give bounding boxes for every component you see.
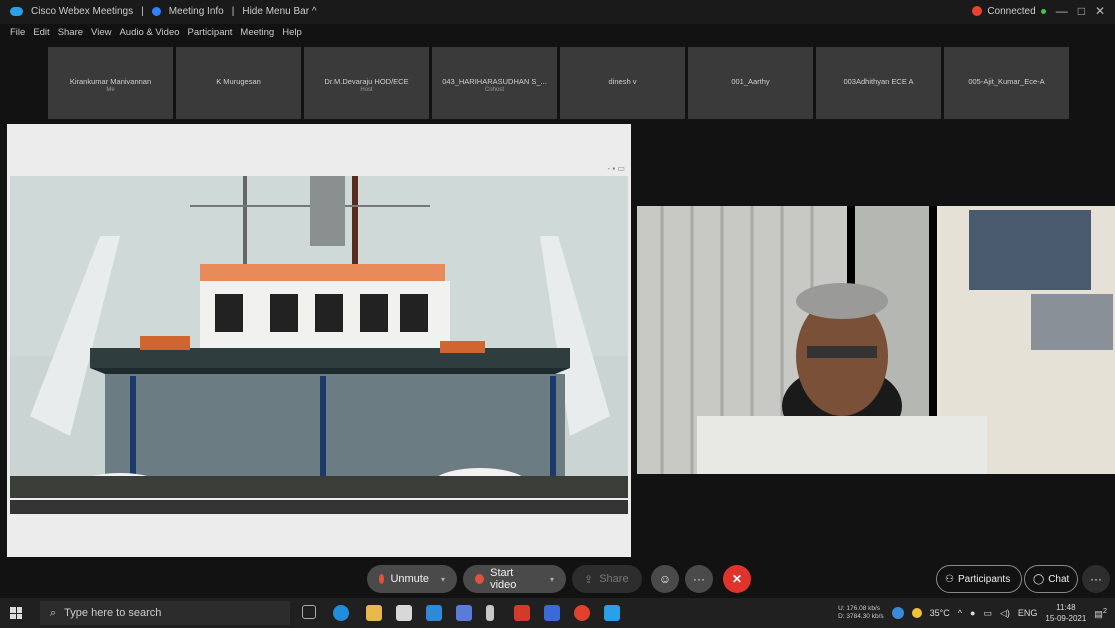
- video-off-icon: [475, 574, 485, 584]
- participant-name: dinesh v: [608, 77, 637, 86]
- reactions-button[interactable]: ☺: [651, 565, 679, 593]
- battery-icon[interactable]: ▭: [983, 608, 992, 619]
- smiley-icon: ☺: [658, 572, 672, 586]
- system-tray: U: 176.08 kb/s D: 3784.30 kb/s 35°C ^ ● …: [838, 598, 1107, 628]
- network-speed: U: 176.08 kb/s D: 3784.30 kb/s: [838, 605, 884, 620]
- word-icon[interactable]: [544, 605, 560, 621]
- weather-icon: [911, 608, 922, 618]
- mic-icon[interactable]: ●: [970, 608, 975, 618]
- app-title: Cisco Webex Meetings: [31, 6, 134, 17]
- meeting-info-icon: [151, 7, 161, 16]
- participant-tile[interactable]: K Murugesan: [176, 47, 301, 119]
- menu-meeting[interactable]: Meeting: [240, 27, 274, 43]
- menu-audio-video[interactable]: Audio & Video: [119, 27, 179, 43]
- participant-name: 005-Ajit_Kumar_Ece-A: [968, 77, 1045, 86]
- participant-strip: Kirankumar Manivannan Me K Murugesan Dr.M…: [48, 47, 1069, 119]
- notification-icon[interactable]: ▤2: [1094, 606, 1107, 620]
- participant-name: 043_HARIHARASUDHAN S_...: [442, 77, 547, 86]
- minimize-button[interactable]: —: [1056, 4, 1068, 18]
- windows-taskbar: ⌕ Type here to search U: 176.08 kb/s D: …: [0, 598, 1115, 628]
- participants-button[interactable]: ⚇ Participants: [936, 565, 1022, 593]
- shared-window-controls: - ▪ ▭: [607, 164, 625, 173]
- webex-taskbar-icon[interactable]: [604, 605, 620, 621]
- participant-name: 001_Aarthy: [731, 77, 770, 86]
- chevron-up-icon[interactable]: ^: [958, 608, 962, 618]
- chevron-down-icon: ▾: [440, 574, 445, 584]
- shared-content-panel: - ▪ ▭: [7, 124, 631, 557]
- language-indicator[interactable]: ENG: [1018, 608, 1038, 618]
- more-options-button[interactable]: ···: [685, 565, 713, 593]
- menu-view[interactable]: View: [91, 27, 111, 43]
- participant-name: Dr.M.Devaraju HOD/ECE: [324, 77, 409, 86]
- panel-options-button[interactable]: ···: [1082, 565, 1110, 593]
- participant-role: Cohost: [484, 87, 504, 93]
- maximize-button[interactable]: □: [1078, 4, 1085, 18]
- participant-tile[interactable]: 003Adhithyan ECE A: [816, 47, 941, 119]
- participant-name: Kirankumar Manivannan: [69, 77, 152, 86]
- chat-button[interactable]: ◯ Chat: [1024, 565, 1078, 593]
- mic-muted-icon: [379, 574, 385, 584]
- participant-tile[interactable]: 001_Aarthy: [688, 47, 813, 119]
- participant-tile[interactable]: Kirankumar Manivannan Me: [48, 47, 173, 119]
- webex-logo-icon: [10, 7, 23, 16]
- share-button[interactable]: ⇪ Share: [572, 565, 642, 593]
- edge-browser-icon[interactable]: [333, 605, 349, 621]
- hide-menu-bar-button[interactable]: Hide Menu Bar ^: [242, 6, 316, 17]
- task-view-icon[interactable]: [302, 605, 316, 619]
- clock[interactable]: 11:48 15-09-2021: [1045, 602, 1086, 624]
- participant-tile[interactable]: 043_HARIHARASUDHAN S_... Cohost: [432, 47, 557, 119]
- start-video-button[interactable]: Start video ▾: [463, 565, 566, 593]
- person-icon: ⚇: [945, 573, 954, 585]
- shared-content-scrollbar[interactable]: [10, 500, 628, 514]
- participant-tile[interactable]: dinesh v: [560, 47, 685, 119]
- end-meeting-button[interactable]: ✕: [723, 565, 751, 593]
- store-icon[interactable]: [396, 605, 412, 621]
- search-icon: ⌕: [50, 606, 57, 619]
- meeting-controls: Unmute ▾ Start video ▾ ⇪ Share ☺ ··· ✕ ⚇…: [0, 562, 1115, 596]
- volume-icon[interactable]: ◁): [1000, 608, 1010, 619]
- chat-bubble-icon: ◯: [1033, 573, 1045, 585]
- menu-file[interactable]: File: [10, 27, 25, 43]
- temperature[interactable]: 35°C: [930, 608, 950, 618]
- menu-bar: File Edit Share View Audio & Video Parti…: [0, 27, 302, 43]
- connection-icon: [972, 6, 983, 16]
- participant-name: 003Adhithyan ECE A: [843, 77, 914, 86]
- taskbar-search-box[interactable]: ⌕ Type here to search: [40, 601, 290, 625]
- file-explorer-icon[interactable]: [366, 605, 382, 621]
- connection-status[interactable]: Connected: [972, 6, 1046, 17]
- menu-edit[interactable]: Edit: [33, 27, 49, 43]
- close-window-button[interactable]: ✕: [1095, 4, 1105, 18]
- windows-start-icon[interactable]: [10, 607, 22, 619]
- menu-participant[interactable]: Participant: [188, 27, 233, 43]
- menu-share[interactable]: Share: [58, 27, 83, 43]
- power-automate-icon[interactable]: [486, 605, 494, 621]
- participant-tile[interactable]: Dr.M.Devaraju HOD/ECE Host: [304, 47, 429, 119]
- participant-role: Host: [360, 87, 373, 93]
- help-icon[interactable]: [891, 607, 904, 619]
- ship-image: [10, 176, 628, 504]
- shared-video-frame[interactable]: [10, 176, 628, 504]
- active-speaker-video[interactable]: [637, 206, 1115, 474]
- share-icon: ⇪: [584, 573, 594, 586]
- participant-role: Me: [106, 87, 115, 93]
- participant-tile[interactable]: 005-Ajit_Kumar_Ece-A: [944, 47, 1069, 119]
- unmute-button[interactable]: Unmute ▾: [367, 565, 457, 593]
- participant-name: K Murugesan: [216, 77, 261, 86]
- chevron-down-icon: ▾: [549, 574, 554, 584]
- chrome-icon[interactable]: [574, 605, 590, 621]
- title-bar: Cisco Webex Meetings | Meeting Info | Hi…: [0, 0, 1115, 24]
- connection-indicator-icon: [1040, 8, 1046, 14]
- dropbox-icon[interactable]: [456, 605, 472, 621]
- speaker-image: [637, 206, 1115, 474]
- menu-help[interactable]: Help: [282, 27, 302, 43]
- mail-icon[interactable]: [426, 605, 442, 621]
- meeting-info-link[interactable]: Meeting Info: [169, 6, 224, 17]
- acrobat-icon[interactable]: [514, 605, 530, 621]
